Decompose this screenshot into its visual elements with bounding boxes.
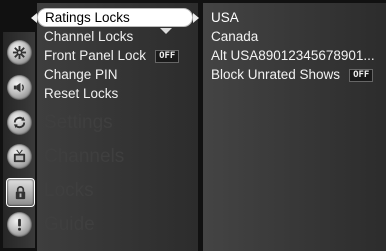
option-label: USA: [211, 10, 239, 25]
gear-icon[interactable]: [7, 40, 32, 65]
faded-category-locks: Locks: [44, 180, 94, 201]
menu-item-channel-locks[interactable]: Channel Locks: [44, 28, 133, 46]
menu-item-label: Front Panel Lock: [44, 48, 147, 63]
menu-item-label: Channel Locks: [44, 29, 134, 44]
menu-item-label: Ratings Locks: [45, 10, 130, 25]
option-alt-usa[interactable]: Alt USA89012345678901...: [211, 47, 375, 65]
lock-icon[interactable]: [6, 178, 35, 207]
option-label: Alt USA89012345678901...: [211, 48, 375, 63]
faded-category-guide: Guide: [44, 214, 95, 235]
ratings-options-panel: USA Canada Alt USA89012345678901... Bloc…: [203, 3, 386, 251]
menu-item-ratings-locks[interactable]: Ratings Locks: [37, 8, 193, 27]
menu-item-reset-locks[interactable]: Reset Locks: [44, 85, 118, 103]
arrow-left-icon: [31, 13, 37, 23]
option-usa[interactable]: USA: [211, 9, 239, 27]
tv-icon[interactable]: [7, 144, 32, 169]
faded-category-channels: Channels: [44, 146, 125, 167]
locks-menu: Ratings Locks Channel Locks Front Panel …: [31, 3, 199, 251]
status-badge: OFF: [155, 49, 180, 63]
menu-item-change-pin[interactable]: Change PIN: [44, 66, 118, 84]
menu-item-front-panel-lock[interactable]: Front Panel Lock OFF: [44, 47, 180, 65]
locks-screen: Ratings Locks Channel Locks Front Panel …: [0, 0, 386, 251]
option-label: Block Unrated Shows: [211, 67, 341, 82]
menu-item-label: Reset Locks: [44, 86, 119, 101]
arrow-down-icon: [160, 28, 172, 34]
speaker-icon[interactable]: [7, 75, 32, 100]
option-label: Canada: [211, 29, 259, 44]
alert-icon[interactable]: [7, 212, 32, 237]
menu-item-label: Change PIN: [44, 67, 118, 82]
option-canada[interactable]: Canada: [211, 28, 258, 46]
status-badge: OFF: [349, 68, 374, 82]
option-block-unrated[interactable]: Block Unrated Shows OFF: [211, 66, 374, 84]
refresh-icon[interactable]: [7, 110, 32, 135]
faded-category-settings: Settings: [44, 112, 113, 133]
category-rail: [3, 32, 35, 248]
arrow-right-icon: [193, 13, 199, 23]
